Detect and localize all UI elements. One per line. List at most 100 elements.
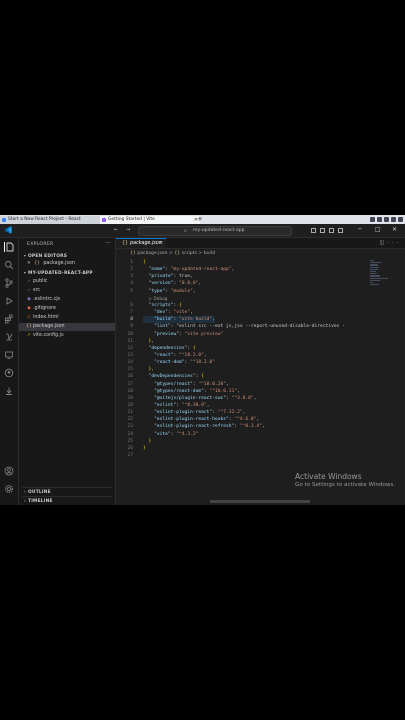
breadcrumb-item[interactable]: build xyxy=(204,251,215,256)
horizontal-scrollbar[interactable] xyxy=(210,500,310,503)
outline-section[interactable]: › OUTLINE xyxy=(22,487,112,495)
code-line[interactable]: "devDependencies": { xyxy=(143,373,204,380)
code-line[interactable]: }, xyxy=(143,338,155,345)
settings-gear-icon[interactable] xyxy=(4,484,14,494)
json-file-icon: {} xyxy=(26,324,32,329)
tray-icon[interactable] xyxy=(377,217,382,222)
customize-layout-icon[interactable] xyxy=(338,228,343,233)
toggle-secondary-sidebar-icon[interactable] xyxy=(329,228,334,233)
editor-tab-package-json[interactable]: {} package.json ✕ xyxy=(116,238,166,248)
line-number: 8 xyxy=(130,317,133,323)
account-icon[interactable] xyxy=(4,466,14,476)
breadcrumb-item[interactable]: scripts xyxy=(182,251,197,256)
code-line[interactable]: "dev": "vite", xyxy=(143,309,193,316)
minimap[interactable] xyxy=(370,260,388,290)
code-line[interactable]: "react": "^18.2.0", xyxy=(143,352,207,359)
search-icon[interactable] xyxy=(4,260,14,270)
json-object-icon: {} xyxy=(174,251,181,256)
line-number: 17 xyxy=(127,381,133,387)
code-line[interactable]: "eslint-plugin-react-refresh": "^0.3.4", xyxy=(143,423,265,430)
explorer-icon[interactable] xyxy=(4,242,15,252)
tree-item-folder[interactable]: › src xyxy=(19,287,115,295)
code-line[interactable]: "private": true, xyxy=(143,273,193,280)
new-tab-button[interactable]: + xyxy=(197,215,203,224)
line-number: 19 xyxy=(127,395,133,401)
code-editor[interactable]: 1 {2 "name": "my-updated-react-app", 3 "pr… xyxy=(116,259,405,499)
extensions-icon[interactable] xyxy=(4,314,14,324)
browser-tab-react[interactable]: Start a New React Project - React xyxy=(0,216,100,224)
tray-icon[interactable] xyxy=(370,217,375,222)
code-line[interactable]: "@vitejs/plugin-react-swc": "^3.0.0", xyxy=(143,395,256,402)
more-actions-icon[interactable]: ··· xyxy=(105,240,111,247)
tree-item-file[interactable]: ⚡ vite.config.js xyxy=(19,332,115,340)
tree-item-file[interactable]: ◉ .eslintrc.cjs xyxy=(19,296,115,304)
maximize-button[interactable]: □ xyxy=(375,226,381,233)
tree-item-file[interactable]: ◇ index.html xyxy=(19,314,115,322)
line-number: 26 xyxy=(127,445,133,451)
browser-tab-vite[interactable]: Getting Started | Vite ✕ xyxy=(100,216,200,224)
toggle-sidebar-icon[interactable] xyxy=(311,228,316,233)
vscode-title-bar: ← → ⌕ my-updated-react-app ─ □ ✕ xyxy=(0,224,405,238)
command-center-search[interactable]: ⌕ my-updated-react-app xyxy=(138,226,292,236)
line-number: 12 xyxy=(127,345,133,351)
tray-icon[interactable] xyxy=(398,217,403,222)
code-line[interactable]: "build": "vite build", xyxy=(143,316,215,324)
code-line[interactable]: "name": "my-updated-react-app", xyxy=(143,266,235,273)
html-file-icon: ◇ xyxy=(27,315,31,320)
code-line[interactable]: "eslint-plugin-react": "^7.32.2", xyxy=(143,409,245,416)
close-icon[interactable]: ✕ xyxy=(27,261,31,266)
vite-file-icon: ⚡ xyxy=(27,333,31,338)
code-line[interactable]: "dependencies": { xyxy=(143,345,196,352)
timeline-section[interactable]: › TIMELINE xyxy=(22,496,112,504)
json-file-icon: {} xyxy=(34,261,40,266)
testing-icon[interactable] xyxy=(4,332,14,342)
code-line[interactable]: } xyxy=(143,438,152,445)
nav-forward-button[interactable]: → xyxy=(126,227,130,233)
more-actions-icon[interactable]: ··· xyxy=(387,240,401,246)
react-favicon-icon xyxy=(2,218,6,222)
tray-icon[interactable] xyxy=(384,217,389,222)
line-number: 3 xyxy=(130,274,133,280)
project-section[interactable]: ▾ MY-UPDATED-REACT-APP xyxy=(22,270,93,276)
code-line[interactable]: }, xyxy=(143,366,155,373)
tree-item-file[interactable]: ◆ .gitignore xyxy=(19,305,115,313)
activity-bar xyxy=(0,238,19,505)
line-number: 21 xyxy=(127,410,133,416)
line-number: 22 xyxy=(127,417,133,423)
code-line[interactable]: "scripts": { xyxy=(143,302,182,309)
nav-back-button[interactable]: ← xyxy=(114,227,118,233)
code-line[interactable]: "@types/react-dom": "^18.0.11", xyxy=(143,388,240,395)
tree-item-folder[interactable]: › public xyxy=(19,278,115,286)
toggle-panel-icon[interactable] xyxy=(320,228,325,233)
json-file-icon: {} xyxy=(122,241,129,246)
close-window-button[interactable]: ✕ xyxy=(392,226,397,233)
breadcrumb: {} package.json > {} scripts > build xyxy=(130,251,215,256)
code-line[interactable]: "react-dom": "^18.2.0" xyxy=(143,359,215,366)
open-editor-item[interactable]: ✕ {} package.json xyxy=(19,260,115,268)
minimize-button[interactable]: ─ xyxy=(358,226,362,233)
code-line[interactable]: { xyxy=(143,259,146,266)
debug-codelens[interactable]: ▷ Debug xyxy=(149,295,167,302)
run-debug-icon[interactable] xyxy=(4,296,14,306)
code-line[interactable]: "version": "0.0.0", xyxy=(143,280,202,287)
tray-icon[interactable] xyxy=(391,217,396,222)
source-control-icon[interactable] xyxy=(4,278,14,288)
code-line[interactable]: "eslint-plugin-react-hooks": "^4.6.0", xyxy=(143,416,259,423)
code-line[interactable]: "lint": "eslint src --ext js,jsx --repor… xyxy=(143,323,345,330)
tree-item-file-selected[interactable]: {}package.json xyxy=(19,323,115,331)
code-line[interactable]: "@types/react": "^18.0.28", xyxy=(143,381,229,388)
timeline-icon[interactable] xyxy=(4,386,14,396)
github-icon[interactable] xyxy=(4,368,14,378)
code-line[interactable]: } xyxy=(143,445,146,452)
code-line[interactable]: "type": "module", xyxy=(143,288,196,295)
browser-tab-strip: Start a New React Project - React Gettin… xyxy=(0,215,405,224)
remote-explorer-icon[interactable] xyxy=(4,350,14,360)
code-line[interactable]: "preview": "vite preview" xyxy=(143,331,223,338)
close-icon[interactable]: ✕ xyxy=(159,239,163,248)
code-line[interactable]: "vite": "^4.3.2" xyxy=(143,431,198,438)
breadcrumb-item[interactable]: package.json xyxy=(137,251,167,256)
line-number: 20 xyxy=(127,403,133,408)
code-line[interactable]: "eslint": "^8.38.0", xyxy=(143,402,209,409)
screen-capture: Start a New React Project - React Gettin… xyxy=(0,215,405,505)
open-editors-section[interactable]: ▾ OPEN EDITORS xyxy=(22,253,67,259)
